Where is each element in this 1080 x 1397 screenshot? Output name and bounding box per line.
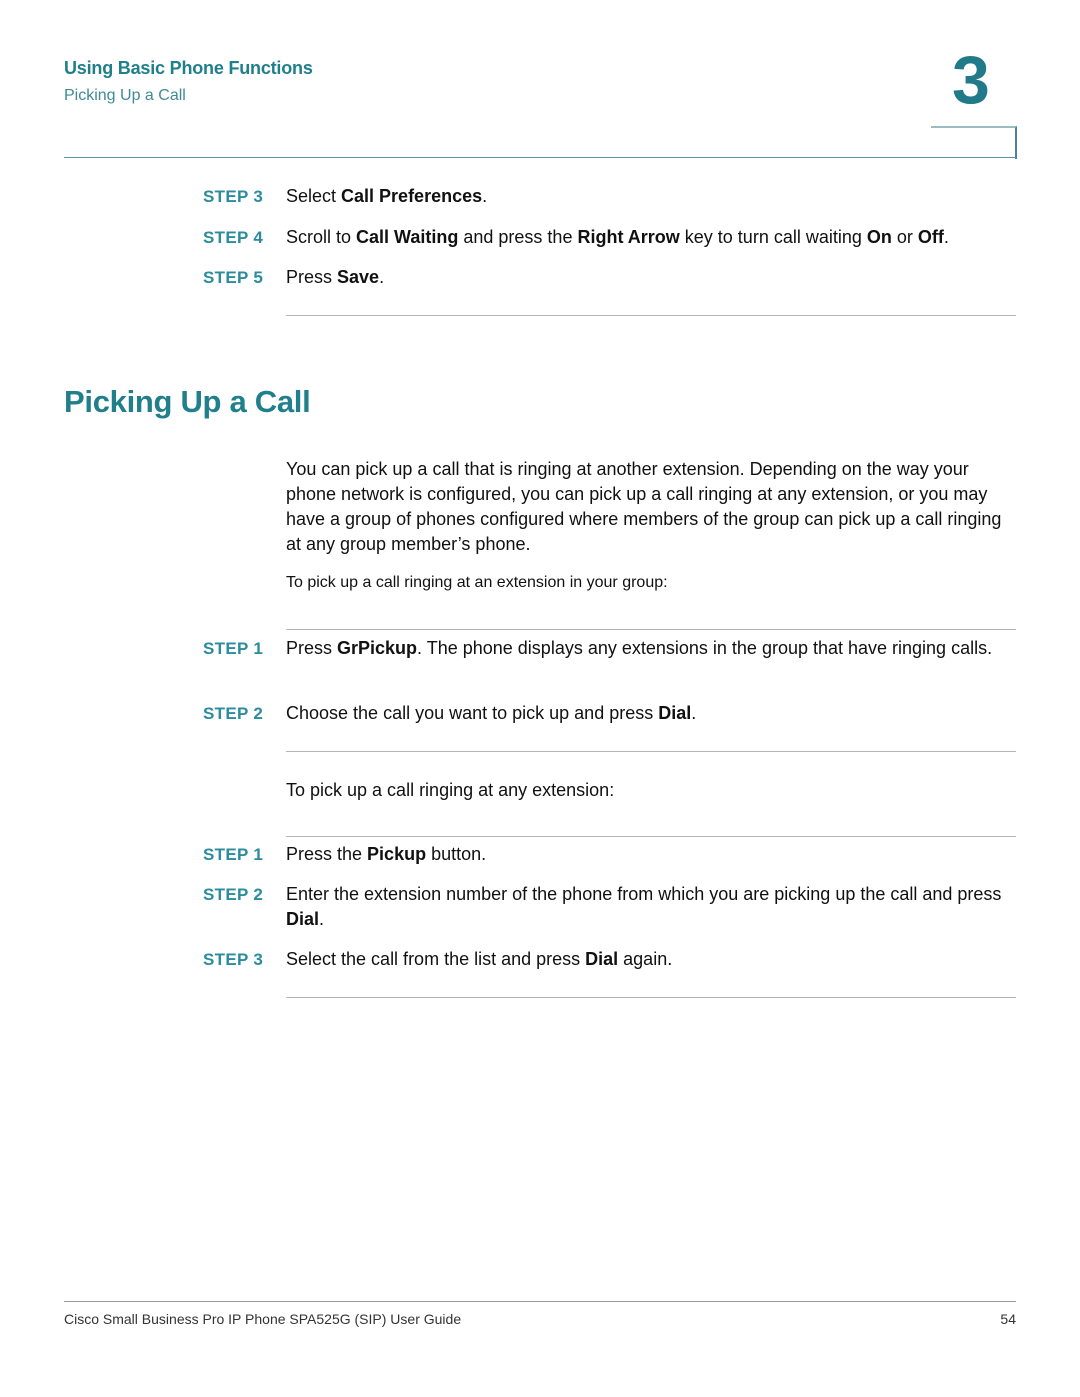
step-row: STEP 3 Select the call from the list and… bbox=[203, 947, 1018, 972]
step-label: STEP 2 bbox=[203, 885, 264, 904]
step-text: Enter the extension number of the phone … bbox=[286, 884, 1002, 929]
step-text: Press GrPickup. The phone displays any e… bbox=[286, 638, 993, 658]
footer-doc-title: Cisco Small Business Pro IP Phone SPA525… bbox=[64, 1311, 462, 1327]
procedure-start-rule bbox=[286, 836, 1016, 837]
ui-term: Off bbox=[917, 227, 944, 247]
header-divider bbox=[64, 157, 1016, 158]
ui-term: Right Arrow bbox=[577, 227, 680, 247]
ui-term: Call Preferences bbox=[341, 186, 483, 206]
any-pickup-lead-in: To pick up a call ringing at any extensi… bbox=[286, 780, 615, 800]
procedure-end-rule bbox=[286, 751, 1016, 752]
step-label: STEP 1 bbox=[203, 845, 264, 864]
ui-term: Dial bbox=[286, 909, 320, 929]
ui-term: Pickup bbox=[367, 844, 427, 864]
step-text: Scroll to Call Waiting and press the Rig… bbox=[286, 227, 949, 247]
running-header-section: Picking Up a Call bbox=[64, 87, 186, 104]
step-text: Select Call Preferences. bbox=[286, 186, 488, 206]
step-row: STEP 4 Scroll to Call Waiting and press … bbox=[203, 225, 1018, 250]
step-text: Choose the call you want to pick up and … bbox=[286, 703, 697, 723]
ui-term: GrPickup bbox=[337, 638, 418, 658]
page-number: 54 bbox=[1000, 1311, 1016, 1327]
step-label: STEP 3 bbox=[203, 187, 264, 206]
chapter-number: 3 bbox=[952, 42, 990, 118]
step-label: STEP 4 bbox=[203, 228, 264, 247]
step-row: STEP 2 Enter the extension number of the… bbox=[203, 882, 1018, 932]
step-row: STEP 5 Press Save. bbox=[203, 265, 1018, 290]
step-text: Press Save. bbox=[286, 267, 385, 287]
ui-term: Dial bbox=[658, 703, 692, 723]
chapter-number-box bbox=[931, 126, 1017, 159]
running-header-chapter: Using Basic Phone Functions bbox=[64, 58, 313, 78]
procedure-end-rule bbox=[286, 315, 1016, 316]
ui-term: Save bbox=[337, 267, 380, 287]
step-text: Press the Pickup button. bbox=[286, 844, 487, 864]
step-text: Select the call from the list and press … bbox=[286, 949, 673, 969]
procedure-end-rule bbox=[286, 997, 1016, 998]
section-title: Picking Up a Call bbox=[64, 384, 311, 419]
step-label: STEP 5 bbox=[203, 268, 264, 287]
ui-term: Dial bbox=[585, 949, 619, 969]
step-label: STEP 1 bbox=[203, 639, 264, 658]
step-row: STEP 2 Choose the call you want to pick … bbox=[203, 701, 1018, 726]
step-label: STEP 2 bbox=[203, 704, 264, 723]
ui-term: On bbox=[866, 227, 892, 247]
step-label: STEP 3 bbox=[203, 950, 264, 969]
footer-divider bbox=[64, 1301, 1016, 1302]
ui-term: Call Waiting bbox=[356, 227, 459, 247]
group-pickup-lead-in: To pick up a call ringing at an extensio… bbox=[286, 574, 668, 591]
step-row: STEP 1 Press GrPickup. The phone display… bbox=[203, 636, 1018, 661]
step-row: STEP 1 Press the Pickup button. bbox=[203, 842, 1018, 867]
procedure-start-rule bbox=[286, 629, 1016, 630]
step-row: STEP 3 Select Call Preferences. bbox=[203, 184, 1018, 209]
intro-paragraph: You can pick up a call that is ringing a… bbox=[286, 459, 1002, 554]
